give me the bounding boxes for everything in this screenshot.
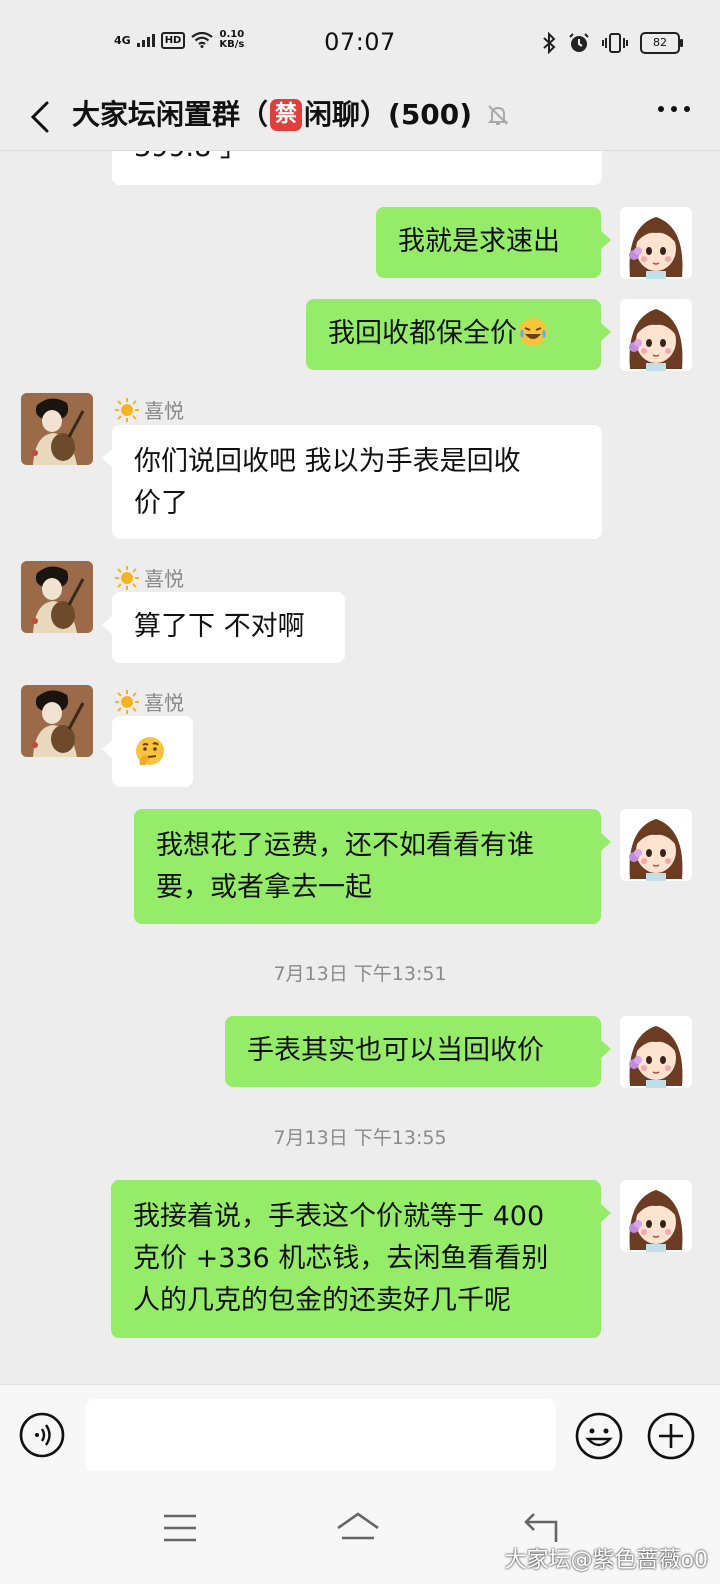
message-bubble-outgoing[interactable]: 我接着说，手表这个价就等于 400 克价 +336 机芯钱，去闲鱼看看别 人的几… bbox=[111, 1180, 611, 1338]
message-bubble-incoming[interactable] bbox=[102, 716, 193, 787]
mute-bell-icon bbox=[487, 105, 509, 125]
sun-icon bbox=[115, 689, 139, 714]
bluetooth-icon bbox=[543, 32, 556, 54]
sender-avatar[interactable] bbox=[21, 393, 93, 465]
message-text: 我就是求速出 bbox=[398, 226, 560, 257]
message-text-line: 要，或者拿去一起 bbox=[156, 872, 372, 903]
sender-name: 喜悦 bbox=[114, 563, 184, 592]
ban-badge-icon: 禁 bbox=[270, 99, 303, 131]
sender-name-text: 喜悦 bbox=[144, 691, 184, 715]
my-avatar[interactable] bbox=[620, 299, 692, 371]
laugh-cry-emoji-icon bbox=[519, 318, 547, 346]
message-bubble-incoming[interactable]: 你们说回收吧 我以为手表是回收 价了 bbox=[102, 425, 602, 539]
message-text: 我回收都保全价 bbox=[328, 318, 517, 349]
dot-icon bbox=[684, 106, 690, 112]
girl-avatar-image bbox=[620, 1016, 692, 1088]
menu-icon[interactable] bbox=[160, 1510, 200, 1546]
my-avatar[interactable] bbox=[620, 207, 692, 279]
sender-name-text: 喜悦 bbox=[144, 399, 184, 423]
my-avatar[interactable] bbox=[620, 1016, 692, 1088]
message-list[interactable]: 399.8 」 我就是求速出 我回收都保全价 bbox=[0, 151, 720, 1384]
status-right: 82 bbox=[542, 32, 683, 54]
message-text-line: 人的几克的包金的还卖好几千呢 bbox=[133, 1285, 511, 1316]
battery-icon: 82 bbox=[640, 32, 683, 54]
chat-title: 大家坛闲置群（ 禁 闲聊）(500) bbox=[72, 93, 510, 137]
system-nav-bar: 大家坛@紫色蔷薇o0 bbox=[0, 1488, 720, 1584]
girl-avatar-image bbox=[620, 809, 692, 881]
message-text: 399.8 」 bbox=[134, 151, 247, 163]
vibrate-icon bbox=[602, 33, 628, 53]
pipa-lady-avatar-image bbox=[21, 685, 93, 757]
sender-name: 喜悦 bbox=[114, 687, 184, 716]
status-bar: 4G HD 0.10 KB/s 07:07 82 bbox=[0, 0, 720, 84]
girl-avatar-image bbox=[620, 1180, 692, 1252]
thinking-emoji-icon bbox=[136, 737, 164, 765]
emoji-button[interactable] bbox=[574, 1411, 624, 1461]
chat-title-suffix: 闲聊）(500) bbox=[304, 98, 473, 131]
message-text-line: 克价 +336 机芯钱，去闲鱼看看别 bbox=[133, 1243, 549, 1274]
message-text-line: 价了 bbox=[134, 488, 188, 519]
chevron-left-icon bbox=[30, 101, 49, 133]
chat-header: 大家坛闲置群（ 禁 闲聊）(500) bbox=[0, 84, 720, 151]
timestamp: 7月13日 下午13:51 bbox=[273, 963, 447, 985]
watermark: 大家坛@紫色蔷薇o0 bbox=[504, 1548, 708, 1573]
girl-avatar-image bbox=[620, 207, 692, 279]
message-bubble-incoming[interactable]: 算了下 不对啊 bbox=[102, 592, 345, 663]
dot-icon bbox=[658, 106, 664, 112]
sender-name: 喜悦 bbox=[114, 395, 184, 424]
message-bubble-incoming[interactable]: 399.8 」 bbox=[112, 151, 602, 185]
voice-input-button[interactable] bbox=[18, 1411, 66, 1459]
pipa-lady-avatar-image bbox=[21, 561, 93, 633]
message-text: 手表其实也可以当回收价 bbox=[247, 1035, 544, 1066]
message-bubble-outgoing[interactable]: 我想花了运费，还不如看看有谁 要，或者拿去一起 bbox=[134, 809, 611, 924]
my-avatar[interactable] bbox=[620, 809, 692, 881]
more-options-button[interactable] bbox=[658, 106, 690, 112]
sun-icon bbox=[115, 565, 139, 590]
message-bubble-outgoing[interactable]: 手表其实也可以当回收价 bbox=[225, 1016, 611, 1087]
message-text: 算了下 不对啊 bbox=[134, 611, 305, 642]
message-bubble-outgoing[interactable]: 我就是求速出 bbox=[376, 207, 611, 278]
message-bubble-outgoing[interactable]: 我回收都保全价 bbox=[306, 299, 611, 370]
alarm-icon bbox=[569, 33, 589, 52]
girl-avatar-image bbox=[620, 299, 692, 371]
home-icon[interactable] bbox=[334, 1508, 382, 1548]
sender-name-text: 喜悦 bbox=[144, 567, 184, 591]
message-text-line: 你们说回收吧 我以为手表是回收 bbox=[134, 446, 521, 477]
dot-icon bbox=[671, 106, 677, 112]
message-text-line: 我接着说，手表这个价就等于 400 bbox=[133, 1201, 545, 1232]
sun-icon bbox=[115, 397, 139, 422]
timestamp: 7月13日 下午13:55 bbox=[273, 1127, 447, 1149]
more-actions-plus-button[interactable] bbox=[646, 1411, 696, 1461]
input-bar bbox=[0, 1384, 720, 1489]
message-input[interactable] bbox=[86, 1399, 556, 1471]
sender-avatar[interactable] bbox=[21, 561, 93, 633]
sender-avatar[interactable] bbox=[21, 685, 93, 757]
back-button[interactable] bbox=[20, 94, 60, 140]
my-avatar[interactable] bbox=[620, 1180, 692, 1252]
pipa-lady-avatar-image bbox=[21, 393, 93, 465]
message-text-line: 我想花了运费，还不如看看有谁 bbox=[156, 830, 534, 861]
chat-title-prefix: 大家坛闲置群（ bbox=[72, 98, 269, 131]
